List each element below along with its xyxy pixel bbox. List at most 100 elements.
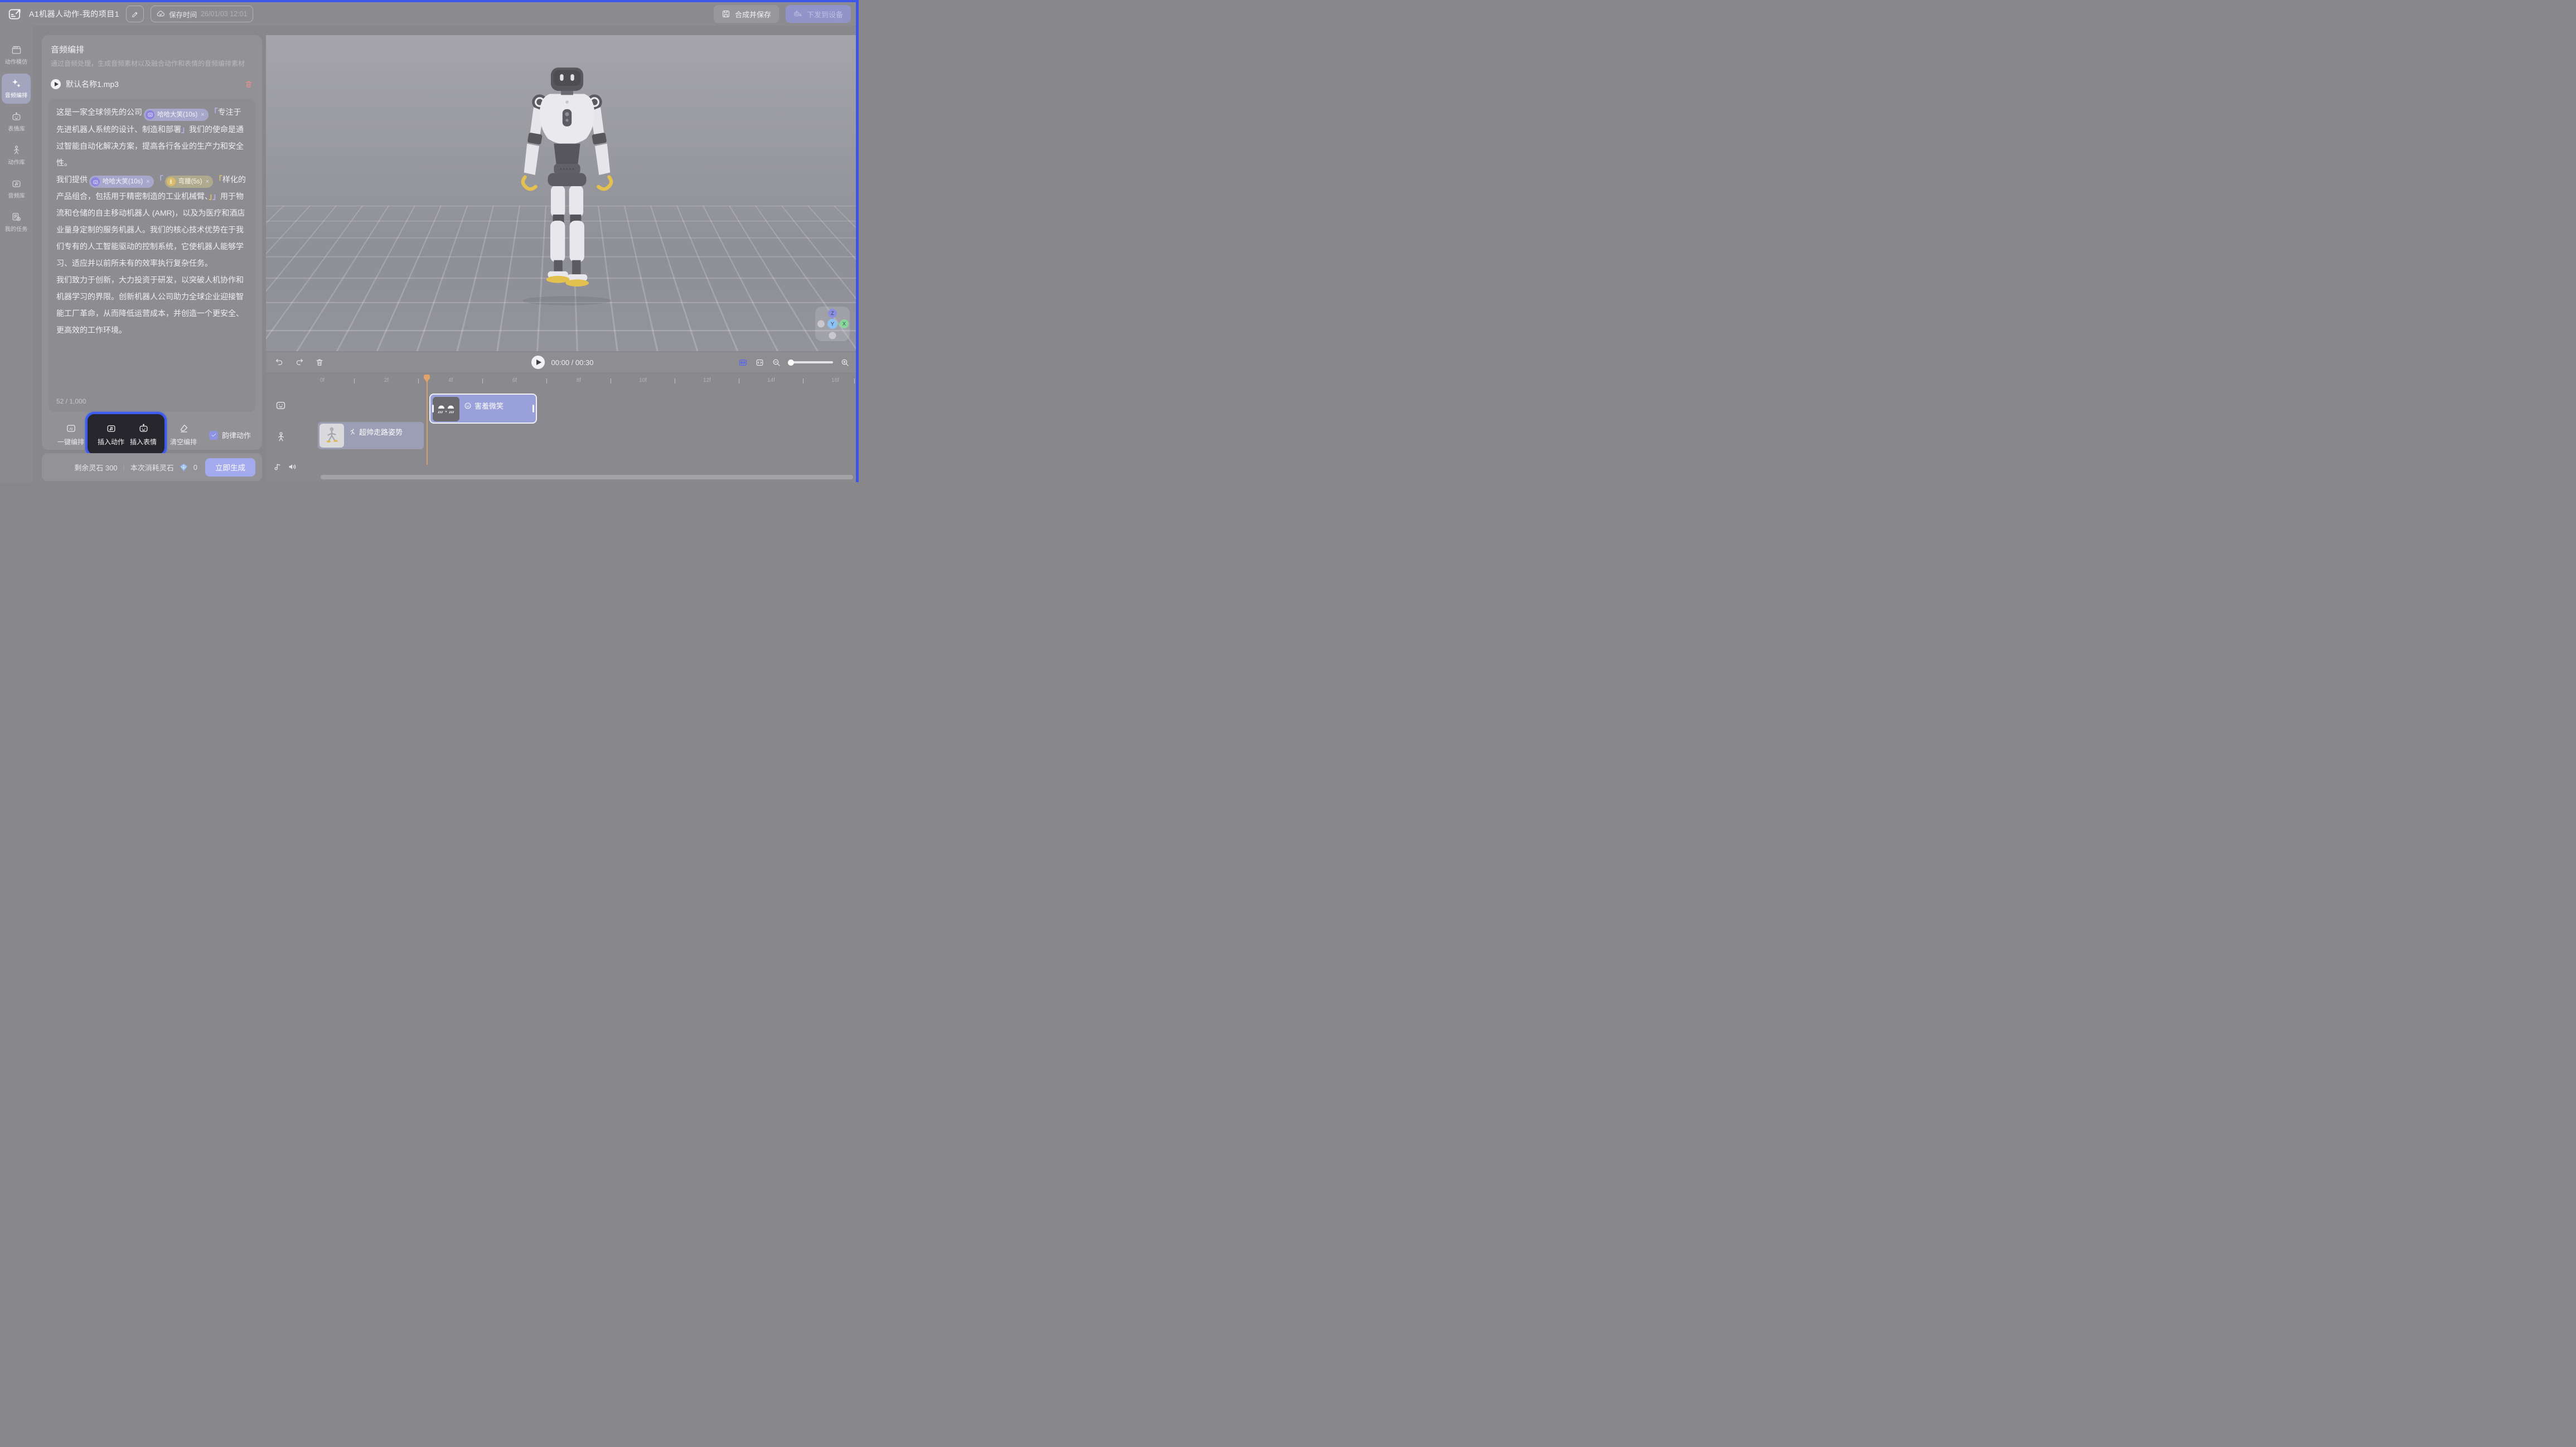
horizontal-scrollbar[interactable] xyxy=(321,475,853,479)
expression-thumbnail xyxy=(433,397,459,421)
zoom-out-icon[interactable] xyxy=(772,358,781,367)
action-track-icon xyxy=(275,431,287,443)
auto-fit-icon[interactable] xyxy=(738,358,748,367)
sidebar-item-action-library[interactable]: 动作库 xyxy=(2,140,31,171)
tag-close-icon[interactable]: × xyxy=(201,106,204,123)
ruler-label: 16f xyxy=(831,377,839,383)
expression-track-icon xyxy=(275,399,287,411)
cost-value: 0 xyxy=(193,463,197,472)
expression-tag[interactable]: 哈哈大笑(10s)× xyxy=(89,176,154,188)
action-clip-label: 超帅走路姿势 xyxy=(359,426,403,437)
insert-expression-button[interactable]: 插入表情 xyxy=(128,423,159,446)
project-title: A1机器人动作-我的项目1 xyxy=(29,8,119,20)
tag-label: 弯腰(5s) xyxy=(178,173,202,190)
panel-title: 音频编排 xyxy=(51,43,84,55)
zoom-in-icon[interactable] xyxy=(840,358,850,367)
timeline[interactable]: 0f 2f 4f 6f 8f 10f 12f 14f 16f xyxy=(266,373,859,482)
runner-icon xyxy=(348,428,356,436)
playhead-line xyxy=(427,381,428,465)
expression-clip[interactable]: 害羞微笑 xyxy=(429,394,537,424)
ruler-tick xyxy=(482,378,483,383)
editor-toolbar: AI 一键编排 插入动作 插入表情 清空编排 韵律动作 xyxy=(49,419,255,452)
button-label: 清空编排 xyxy=(170,437,197,446)
svg-text:X: X xyxy=(842,321,846,327)
rhythm-motion-toggle[interactable]: 韵律动作 xyxy=(209,430,251,440)
save-time-chip: 保存时间 26/01/03 12:01 xyxy=(151,6,253,22)
button-label: 一键编排 xyxy=(57,437,84,446)
save-time-label: 保存时间 xyxy=(169,9,197,20)
action-tag[interactable]: 弯腰(5s)× xyxy=(165,176,213,188)
ruler-tick xyxy=(354,378,355,383)
bracket: 「 xyxy=(215,175,222,184)
script-text: 用于物流和仓储的自主移动机器人 (AMR)，以及为医疗和酒店业量身定制的服务机器… xyxy=(56,192,245,268)
robot-download-icon xyxy=(793,9,802,18)
divider: | xyxy=(123,463,125,471)
music-box-icon xyxy=(11,178,22,189)
smiley-icon xyxy=(464,402,472,410)
action-thumbnail xyxy=(319,424,344,448)
tag-close-icon[interactable]: × xyxy=(205,173,209,190)
button-label: 插入表情 xyxy=(130,437,157,446)
delete-clip-icon[interactable] xyxy=(315,358,324,367)
script-editor[interactable]: 这是一家全球领先的公司哈哈大笑(10s)×「专注于先进机器人系统的设计、制造和部… xyxy=(49,99,255,412)
expression-tag[interactable]: 哈哈大笑(10s)× xyxy=(144,109,209,121)
bracket: 」 xyxy=(209,192,212,201)
axis-gizmo[interactable]: Z X Y xyxy=(815,307,850,341)
button-label: 插入动作 xyxy=(98,437,124,446)
ruler-tick xyxy=(854,378,855,383)
sidebar-item-label: 音频编排 xyxy=(5,91,27,99)
sidebar-item-my-tasks[interactable]: 我的任务 xyxy=(2,207,31,237)
undo-icon[interactable] xyxy=(275,358,284,367)
generate-now-button[interactable]: 立即生成 xyxy=(205,458,255,477)
ruler-label: 14f xyxy=(767,377,775,383)
sidebar-item-motion-mimic[interactable]: 动作模仿 xyxy=(2,40,31,70)
slider-thumb[interactable] xyxy=(788,360,794,366)
sparkles-icon xyxy=(11,78,22,89)
task-list-icon xyxy=(11,212,22,222)
ruler-label: 4f xyxy=(448,377,453,383)
play-button[interactable] xyxy=(531,356,545,369)
delete-audio-button[interactable] xyxy=(244,80,253,89)
volume-icon[interactable] xyxy=(287,462,298,472)
synthesize-save-label: 合成并保存 xyxy=(735,9,771,20)
insert-action-button[interactable]: 插入动作 xyxy=(95,423,127,446)
floppy-icon xyxy=(722,9,730,18)
ruler-label: 8f xyxy=(577,377,581,383)
sidebar-item-label: 动作模仿 xyxy=(5,57,27,66)
audio-file-row: 默认名称1.mp3 xyxy=(51,76,253,92)
checkbox-label: 韵律动作 xyxy=(222,430,251,440)
tag-close-icon[interactable]: × xyxy=(146,173,149,190)
ruler-tick xyxy=(418,378,419,383)
sidebar-item-audio-arrange[interactable]: 音频编排 xyxy=(2,74,31,104)
sidebar-item-audio-library[interactable]: 音频库 xyxy=(2,174,31,204)
deploy-label: 下发到设备 xyxy=(807,9,843,20)
screen-highlight-top-strip xyxy=(0,0,859,2)
audio-play-button[interactable] xyxy=(51,79,61,89)
rename-project-button[interactable] xyxy=(126,6,144,22)
synthesize-save-button[interactable]: 合成并保存 xyxy=(714,5,779,23)
checkbox-checked-icon[interactable] xyxy=(209,431,218,440)
char-count: 52 / 1,000 xyxy=(56,397,86,405)
clear-arrangement-button[interactable]: 清空编排 xyxy=(168,423,199,446)
pencil-icon xyxy=(131,10,139,18)
clapperboard-icon xyxy=(11,45,22,55)
redo-icon[interactable] xyxy=(295,358,304,367)
robot-face-icon xyxy=(91,177,100,186)
svg-text:Z: Z xyxy=(831,310,834,316)
sidebar-item-label: 音频库 xyxy=(8,191,25,200)
playhead-marker[interactable] xyxy=(424,375,430,382)
cost-label: 本次消耗灵石 xyxy=(130,462,174,473)
action-clip[interactable]: 超帅走路姿势 xyxy=(318,422,424,449)
ruler-tick xyxy=(546,378,547,383)
screen-highlight-right-strip xyxy=(856,0,859,482)
deploy-to-device-button[interactable]: 下发到设备 xyxy=(786,5,851,23)
3d-viewport[interactable]: Z X Y xyxy=(266,35,859,351)
timeline-zoom-slider[interactable] xyxy=(788,361,833,363)
sidebar-item-expression-library[interactable]: 表情库 xyxy=(2,107,31,137)
fit-width-icon[interactable] xyxy=(755,358,764,367)
one-click-arrange-button[interactable]: AI 一键编排 xyxy=(55,423,86,446)
audio-arrange-panel: 音频编排 通过音频处理，生成音频素材以及融合动作和表情的音频编排素材 默认名称1… xyxy=(42,35,262,450)
ruler-label: 10f xyxy=(639,377,647,383)
robot-model[interactable] xyxy=(511,55,623,317)
playback-time: 00:00 / 00:30 xyxy=(551,358,594,367)
